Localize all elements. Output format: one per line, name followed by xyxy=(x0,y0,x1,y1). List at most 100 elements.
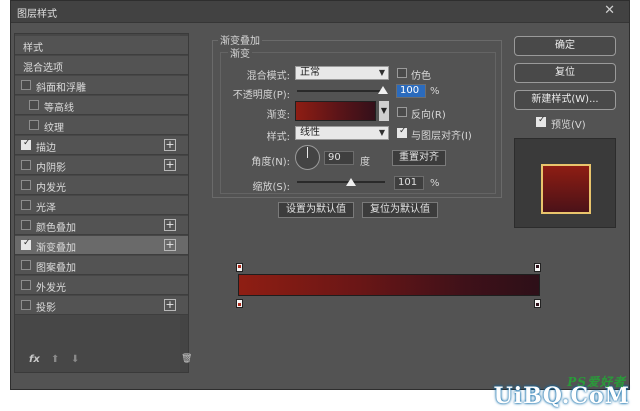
blend-mode-select[interactable]: 正常 ▼ xyxy=(295,66,389,80)
add-effect-icon[interactable]: + xyxy=(164,159,176,171)
style-item[interactable]: 图案叠加 xyxy=(15,256,188,275)
scale-unit: % xyxy=(430,178,440,189)
trash-icon[interactable]: 🗑 xyxy=(181,354,192,364)
blend-mode-value: 正常 xyxy=(300,67,320,78)
style-item[interactable]: 投影 + xyxy=(15,296,188,315)
add-effect-icon[interactable]: + xyxy=(164,239,176,251)
style-item-checkbox[interactable] xyxy=(21,220,31,230)
add-effect-icon[interactable]: + xyxy=(164,139,176,151)
opacity-input[interactable]: 100 xyxy=(396,84,426,98)
reverse-label: 反向(R) xyxy=(411,110,446,121)
chevron-down-icon: ▼ xyxy=(378,68,385,77)
angle-unit: 度 xyxy=(360,157,370,168)
chevron-down-icon: ▼ xyxy=(378,128,385,137)
style-item[interactable]: 混合选项 xyxy=(15,56,188,75)
style-item-label: 描边 xyxy=(36,143,56,154)
make-default-button[interactable]: 设置为默认值 xyxy=(278,202,354,218)
opacity-stop-right[interactable] xyxy=(534,263,541,272)
style-item[interactable]: 描边 + xyxy=(15,136,188,155)
style-item-label: 渐变叠加 xyxy=(36,243,76,254)
scale-label: 缩放(S): xyxy=(252,182,290,193)
opacity-unit: % xyxy=(430,86,440,97)
watermark-logo: UiBQ.CoM PS爱好者 xyxy=(494,375,630,409)
style-item-checkbox[interactable] xyxy=(21,280,31,290)
scale-input[interactable]: 101 xyxy=(394,176,424,190)
style-item-checkbox[interactable] xyxy=(21,80,31,90)
color-stop-left[interactable] xyxy=(236,299,243,308)
style-item-label: 斜面和浮雕 xyxy=(36,83,86,94)
blend-mode-label: 混合模式: xyxy=(246,71,290,82)
style-item-label: 投影 xyxy=(36,303,56,314)
style-list-footer: fx ⬆ ⬇ 🗑 xyxy=(15,350,192,372)
reset-button[interactable]: 复位 xyxy=(514,63,616,83)
style-item[interactable]: 纹理 xyxy=(15,116,188,135)
style-label: 样式: xyxy=(266,132,290,143)
style-item[interactable]: 颜色叠加 + xyxy=(15,216,188,235)
style-item[interactable]: 光泽 xyxy=(15,196,188,215)
style-item-checkbox[interactable] xyxy=(21,200,31,210)
style-item-checkbox[interactable] xyxy=(29,100,39,110)
style-item[interactable]: 样式 xyxy=(15,36,188,55)
dither-checkbox[interactable] xyxy=(397,68,407,78)
style-item[interactable]: 内阴影 + xyxy=(15,156,188,175)
preview-swatch xyxy=(541,164,591,214)
fx-icon[interactable]: fx xyxy=(29,354,40,365)
scale-slider-thumb[interactable] xyxy=(346,178,356,186)
color-stop-right[interactable] xyxy=(534,299,541,308)
reset-align-button[interactable]: 重置对齐 xyxy=(392,150,446,166)
style-item-label: 样式 xyxy=(23,43,43,54)
opacity-stop-left[interactable] xyxy=(236,263,243,272)
opacity-slider-thumb[interactable] xyxy=(378,86,388,94)
opacity-label: 不透明度(P): xyxy=(232,90,290,101)
style-item-label: 内阴影 xyxy=(36,163,66,174)
add-effect-icon[interactable]: + xyxy=(164,299,176,311)
style-item-checkbox[interactable] xyxy=(21,180,31,190)
reverse-checkbox[interactable] xyxy=(397,107,407,117)
preview-checkbox[interactable] xyxy=(536,115,546,127)
close-icon[interactable]: ✕ xyxy=(604,3,615,18)
style-item-checkbox[interactable] xyxy=(21,300,31,310)
style-item[interactable]: 等高线 xyxy=(15,96,188,115)
gradient-label: 渐变: xyxy=(266,110,290,121)
style-item-label: 颜色叠加 xyxy=(36,223,76,234)
title-bar: 图层样式 ✕ xyxy=(11,1,629,23)
gradient-style-value: 线性 xyxy=(300,127,320,138)
dialog-title: 图层样式 xyxy=(17,9,57,20)
style-item-label: 混合选项 xyxy=(23,63,63,74)
move-down-icon[interactable]: ⬇ xyxy=(71,354,79,365)
gradient-picker-arrow-icon[interactable]: ▼ xyxy=(379,101,389,121)
angle-input[interactable]: 90 xyxy=(324,151,354,165)
style-item-checkbox[interactable] xyxy=(21,138,31,150)
gradient-style-select[interactable]: 线性 ▼ xyxy=(295,126,389,140)
style-item[interactable]: 斜面和浮雕 xyxy=(15,76,188,95)
style-item-checkbox[interactable] xyxy=(21,160,31,170)
preview-label: 预览(V) xyxy=(551,120,586,131)
style-item[interactable]: 外发光 xyxy=(15,276,188,295)
align-layer-checkbox[interactable] xyxy=(397,126,407,138)
style-item[interactable]: 内发光 xyxy=(15,176,188,195)
style-preview xyxy=(514,138,616,228)
scale-slider-track[interactable] xyxy=(297,181,385,183)
style-item-checkbox[interactable] xyxy=(21,260,31,270)
angle-label: 角度(N): xyxy=(251,157,290,168)
add-effect-icon[interactable]: + xyxy=(164,219,176,231)
subgroup-title: 渐变 xyxy=(228,45,252,60)
opacity-slider-track[interactable] xyxy=(297,90,385,92)
watermark-subtext: PS爱好者 xyxy=(567,375,626,389)
style-item-label: 等高线 xyxy=(44,103,74,114)
style-list-panel: fx ⬆ ⬇ 🗑 样式混合选项斜面和浮雕等高线纹理描边 + 内阴影 + 内发光光泽颜色叠… xyxy=(14,33,192,373)
reset-default-button[interactable]: 复位为默认值 xyxy=(362,202,438,218)
style-item[interactable]: 渐变叠加 + xyxy=(15,236,188,255)
gradient-swatch[interactable] xyxy=(295,101,376,121)
align-layer-label: 与图层对齐(I) xyxy=(411,131,472,142)
style-item-label: 内发光 xyxy=(36,183,66,194)
ok-button[interactable]: 确定 xyxy=(514,36,616,56)
gradient-preview-bar[interactable] xyxy=(238,274,540,296)
move-up-icon[interactable]: ⬆ xyxy=(51,354,59,365)
style-item-checkbox[interactable] xyxy=(29,120,39,130)
new-style-button[interactable]: 新建样式(W)... xyxy=(514,90,616,110)
angle-dial[interactable] xyxy=(295,145,320,170)
style-item-label: 纹理 xyxy=(44,123,64,134)
style-item-checkbox[interactable] xyxy=(21,238,31,250)
style-item-label: 外发光 xyxy=(36,283,66,294)
